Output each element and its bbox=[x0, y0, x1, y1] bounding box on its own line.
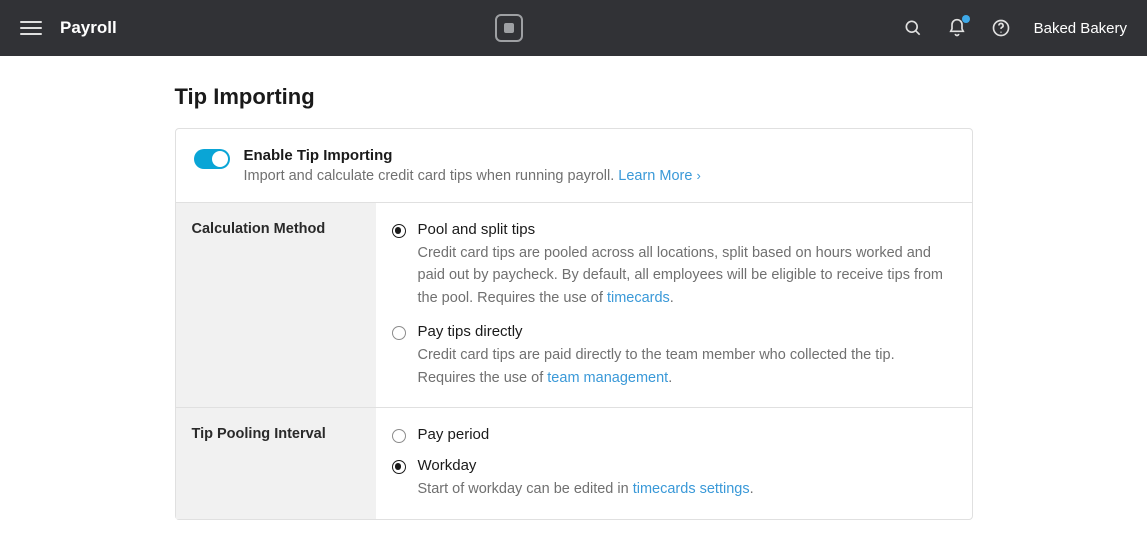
calculation-method-section: Calculation Method Pool and split tips C… bbox=[176, 203, 972, 408]
topbar-left: Payroll bbox=[20, 17, 117, 39]
help-icon[interactable] bbox=[990, 17, 1012, 39]
option-pool-split[interactable]: Pool and split tips Credit card tips are… bbox=[392, 221, 956, 309]
option-desc: Start of workday can be edited in timeca… bbox=[418, 478, 754, 500]
option-desc: Credit card tips are pooled across all l… bbox=[418, 242, 956, 309]
timecards-link[interactable]: timecards bbox=[607, 290, 670, 306]
content: Tip Importing Enable Tip Importing Impor… bbox=[0, 56, 1147, 520]
radio-pay-period[interactable] bbox=[392, 429, 406, 443]
option-title: Pay period bbox=[418, 426, 490, 443]
enable-title: Enable Tip Importing bbox=[244, 147, 701, 164]
chevron-right-icon: › bbox=[696, 168, 700, 183]
team-management-link[interactable]: team management bbox=[547, 370, 668, 386]
option-desc: Credit card tips are paid directly to th… bbox=[418, 344, 956, 389]
option-title: Pool and split tips bbox=[418, 221, 956, 238]
notifications-icon[interactable] bbox=[946, 17, 968, 39]
settings-card: Enable Tip Importing Import and calculat… bbox=[175, 128, 973, 520]
top-bar: Payroll Baked Bakery bbox=[0, 0, 1147, 56]
timecards-settings-link[interactable]: timecards settings bbox=[633, 481, 750, 497]
learn-more-link[interactable]: Learn More › bbox=[618, 168, 701, 184]
option-pay-directly[interactable]: Pay tips directly Credit card tips are p… bbox=[392, 323, 956, 389]
section-label: Tip Pooling Interval bbox=[176, 408, 376, 518]
menu-icon[interactable] bbox=[20, 17, 42, 39]
section-label: Calculation Method bbox=[176, 203, 376, 407]
app-title: Payroll bbox=[60, 18, 117, 38]
enable-desc: Import and calculate credit card tips wh… bbox=[244, 168, 701, 184]
option-title: Workday bbox=[418, 457, 754, 474]
notification-dot bbox=[962, 15, 970, 23]
square-logo-icon[interactable] bbox=[495, 14, 523, 42]
enable-row: Enable Tip Importing Import and calculat… bbox=[176, 129, 972, 203]
topbar-right: Baked Bakery bbox=[902, 17, 1127, 39]
enable-tip-importing-toggle[interactable] bbox=[194, 149, 230, 169]
page-title: Tip Importing bbox=[175, 84, 973, 110]
enable-desc-text: Import and calculate credit card tips wh… bbox=[244, 168, 619, 184]
radio-pool-split[interactable] bbox=[392, 224, 406, 238]
search-icon[interactable] bbox=[902, 17, 924, 39]
topbar-center bbox=[117, 14, 902, 42]
radio-workday[interactable] bbox=[392, 460, 406, 474]
option-pay-period[interactable]: Pay period bbox=[392, 426, 956, 443]
radio-pay-directly[interactable] bbox=[392, 326, 406, 340]
option-title: Pay tips directly bbox=[418, 323, 956, 340]
business-name[interactable]: Baked Bakery bbox=[1034, 20, 1127, 37]
tip-pooling-interval-section: Tip Pooling Interval Pay period Workday bbox=[176, 408, 972, 518]
option-workday[interactable]: Workday Start of workday can be edited i… bbox=[392, 457, 956, 500]
